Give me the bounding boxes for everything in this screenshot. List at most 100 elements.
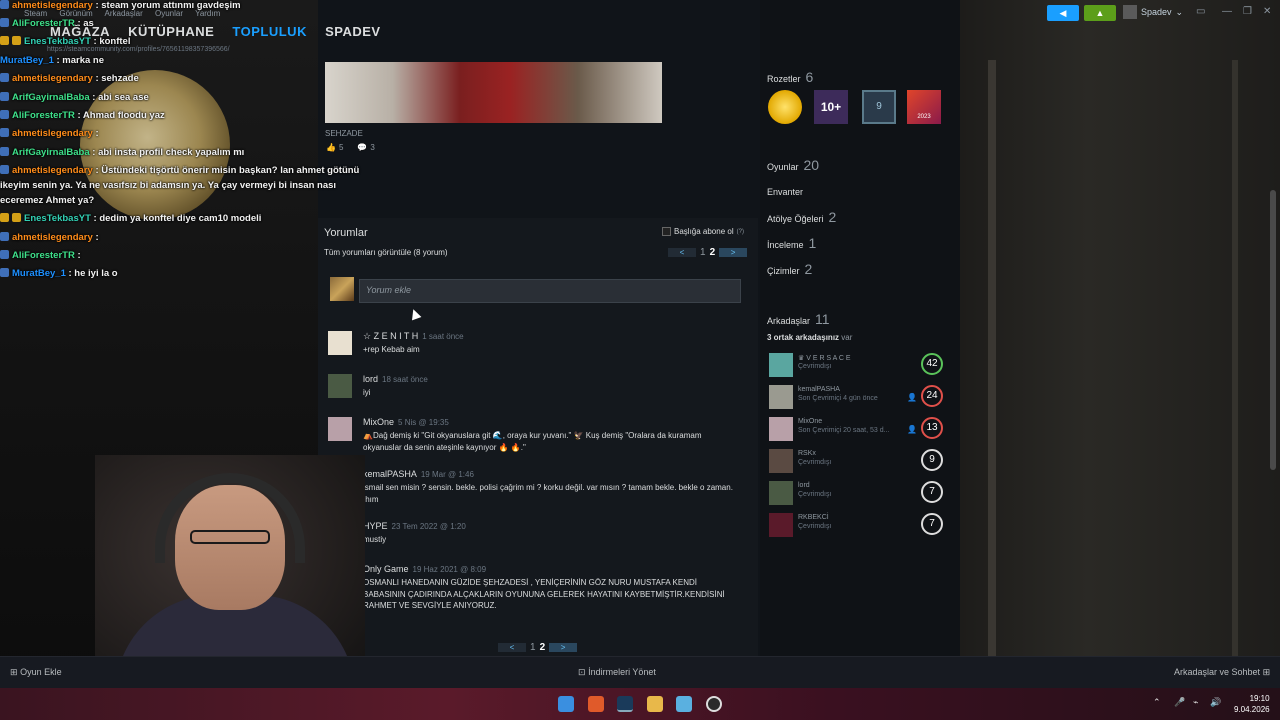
steam-2023-badge-icon[interactable]: 2023 (907, 90, 941, 124)
commenter-name[interactable]: MixOne (363, 417, 394, 427)
mutual-count: 3 ortak arkadaşınız (767, 333, 840, 342)
games-link[interactable]: Oyunlar 20 (767, 157, 819, 173)
commenter-avatar[interactable] (328, 331, 352, 355)
mutual-friend-icon: 👤 (907, 393, 917, 402)
brave-browser-icon[interactable] (588, 696, 604, 712)
comment-input[interactable]: Yorum ekle (359, 279, 741, 303)
page-1-link[interactable]: 1 (530, 642, 536, 653)
friends-chat-button[interactable]: Arkadaşlar ve Sohbet ⊞ (1174, 667, 1270, 678)
chevron-up-icon[interactable]: ⌃ (1153, 697, 1161, 708)
subscribe-checkbox[interactable] (662, 227, 671, 236)
big-picture-icon[interactable]: ▭ (1196, 6, 1205, 17)
volume-icon[interactable]: 🔊 (1210, 697, 1221, 708)
friend-item[interactable]: ♛ V E R S A C E Çevrimdışı 42 (769, 352, 944, 378)
commenter-name[interactable]: kemalPASHA (363, 469, 417, 479)
prev-page-button[interactable]: < (498, 643, 526, 652)
chat-message: AliForesterTR : Ahmad floodu yaz (0, 110, 165, 121)
comment-time: 23 Tem 2022 @ 1:20 (391, 522, 466, 531)
system-clock[interactable]: 19:10 9.04.2026 (1234, 693, 1270, 715)
mutual-friends-text[interactable]: 3 ortak arkadaşınız var (767, 333, 852, 342)
chat-message: MuratBey_1 : marka ne (0, 55, 105, 66)
inventory-link[interactable]: Envanter (767, 187, 803, 197)
maximize-icon[interactable]: ❐ (1243, 6, 1252, 17)
network-icon[interactable]: ⌁ (1193, 697, 1198, 708)
badge-icon (12, 213, 21, 222)
page-1-link[interactable]: 1 (700, 247, 706, 258)
friend-item[interactable]: lord Çevrimdışı 7 (769, 480, 944, 506)
commenter-name[interactable]: Only Game (363, 564, 409, 574)
notifications-button[interactable]: ▲ (1084, 5, 1116, 21)
scrollbar[interactable] (1270, 190, 1276, 470)
badge-icon (0, 165, 9, 174)
add-game-button[interactable]: ⊞ Oyun Ekle (10, 667, 62, 678)
friends-link[interactable]: Arkadaşlar 11 (767, 311, 830, 327)
friend-status: Son Çevrimiçi 4 gün önce (798, 395, 878, 402)
reviews-link[interactable]: İnceleme 1 (767, 235, 816, 251)
badges-link[interactable]: Rozetler 6 (767, 69, 813, 85)
photos-icon[interactable] (676, 696, 692, 712)
badge-icon (0, 36, 9, 45)
friend-name: kemalPASHA (798, 386, 840, 393)
download-icon: ⊡ (578, 667, 586, 677)
commenter-avatar[interactable] (328, 417, 352, 441)
chat-message: ahmetislegendary : Üstündeki tişörtü öne… (0, 165, 359, 176)
friend-level: 13 (921, 417, 943, 439)
years-badge-icon[interactable]: 10+ (814, 90, 848, 124)
help-icon[interactable]: (?) (737, 229, 744, 235)
username: Spadev (1141, 7, 1172, 17)
nav-library[interactable]: KÜTÜPHANE (128, 24, 214, 39)
prev-page-button[interactable]: < (668, 248, 696, 257)
friend-status: Çevrimdışı (798, 363, 832, 370)
comment-time: 19 Mar @ 1:46 (420, 470, 474, 479)
commenter-avatar[interactable] (328, 374, 352, 398)
commenter-name[interactable]: HYPE (363, 521, 388, 531)
chat-message-continued: ikeyim senin ya. Ya ne vasıfsız bi adams… (0, 180, 337, 191)
commenter-name[interactable]: lord (363, 374, 378, 384)
user-menu[interactable]: Spadev ⌄ (1123, 5, 1183, 19)
broadcast-button[interactable]: ◀ (1047, 5, 1079, 21)
steam-icon[interactable] (617, 696, 633, 712)
nav-profile[interactable]: SPADEV (325, 24, 381, 39)
commenter-name[interactable]: ☆ Z E N I T H (363, 331, 418, 341)
friend-item[interactable]: RSKx Çevrimdışı 9 (769, 448, 944, 474)
friend-item[interactable]: kemalPASHA Son Çevrimiçi 4 gün önce 👤 24 (769, 384, 944, 410)
coin-badge-icon[interactable] (768, 90, 802, 124)
badge-icon (0, 18, 9, 27)
workshop-count: 2 (828, 209, 837, 225)
artwork-link[interactable]: Çizimler 2 (767, 261, 812, 277)
view-all-comments-link[interactable]: Tüm yorumları görüntüle (8 yorum) (324, 248, 448, 257)
subscribe-toggle[interactable]: Başlığa abone ol (?) (662, 227, 744, 236)
manage-downloads-button[interactable]: ⊡ İndirmeleri Yönet (578, 667, 656, 678)
windows-start-icon[interactable] (558, 696, 574, 712)
my-avatar (330, 277, 354, 301)
file-explorer-icon[interactable] (647, 696, 663, 712)
badges-count: 6 (805, 69, 814, 85)
chat-message: EnesTekbasYT : dedim ya konftel diye cam… (0, 213, 261, 224)
comment-time: 5 Nis @ 19:35 (398, 418, 449, 427)
friend-item[interactable]: RKBEKCİ Çevrimdışı 7 (769, 512, 944, 538)
workshop-link[interactable]: Atölye Öğeleri 2 (767, 209, 836, 225)
screenshot-title: SEHZADE (325, 129, 363, 138)
badge-icon (0, 250, 9, 259)
friend-item[interactable]: MixOne Son Çevrimiçi 20 saat, 53 d... 👤 … (769, 416, 944, 442)
chat-message: ahmetislegendary : (0, 128, 99, 139)
minimize-icon[interactable]: — (1222, 6, 1232, 17)
comments-title: Yorumlar (324, 227, 368, 239)
friend-level: 42 (921, 353, 943, 375)
friend-name: ♛ V E R S A C E (798, 355, 851, 362)
next-page-button[interactable]: > (549, 643, 578, 652)
next-page-button[interactable]: > (719, 248, 748, 257)
badge-icon (0, 0, 9, 9)
level-badge-icon[interactable]: 9 (862, 90, 896, 124)
thumbs-up-icon: 👍 (326, 143, 336, 152)
nav-community[interactable]: TOPLULUK (232, 24, 307, 39)
comments-count[interactable]: 💬 3 (357, 143, 374, 152)
friends-count: 11 (815, 311, 830, 327)
likes-count[interactable]: 👍 5 (326, 143, 343, 152)
microphone-icon[interactable]: 🎤 (1174, 697, 1185, 708)
screenshot-image[interactable] (325, 62, 662, 123)
chat-message: ArifGayirnalBaba : abi insta profil chec… (0, 147, 244, 158)
close-icon[interactable]: ✕ (1263, 6, 1271, 17)
pagination-bottom: < 1 2 > (498, 642, 578, 653)
obs-icon[interactable] (706, 696, 722, 712)
